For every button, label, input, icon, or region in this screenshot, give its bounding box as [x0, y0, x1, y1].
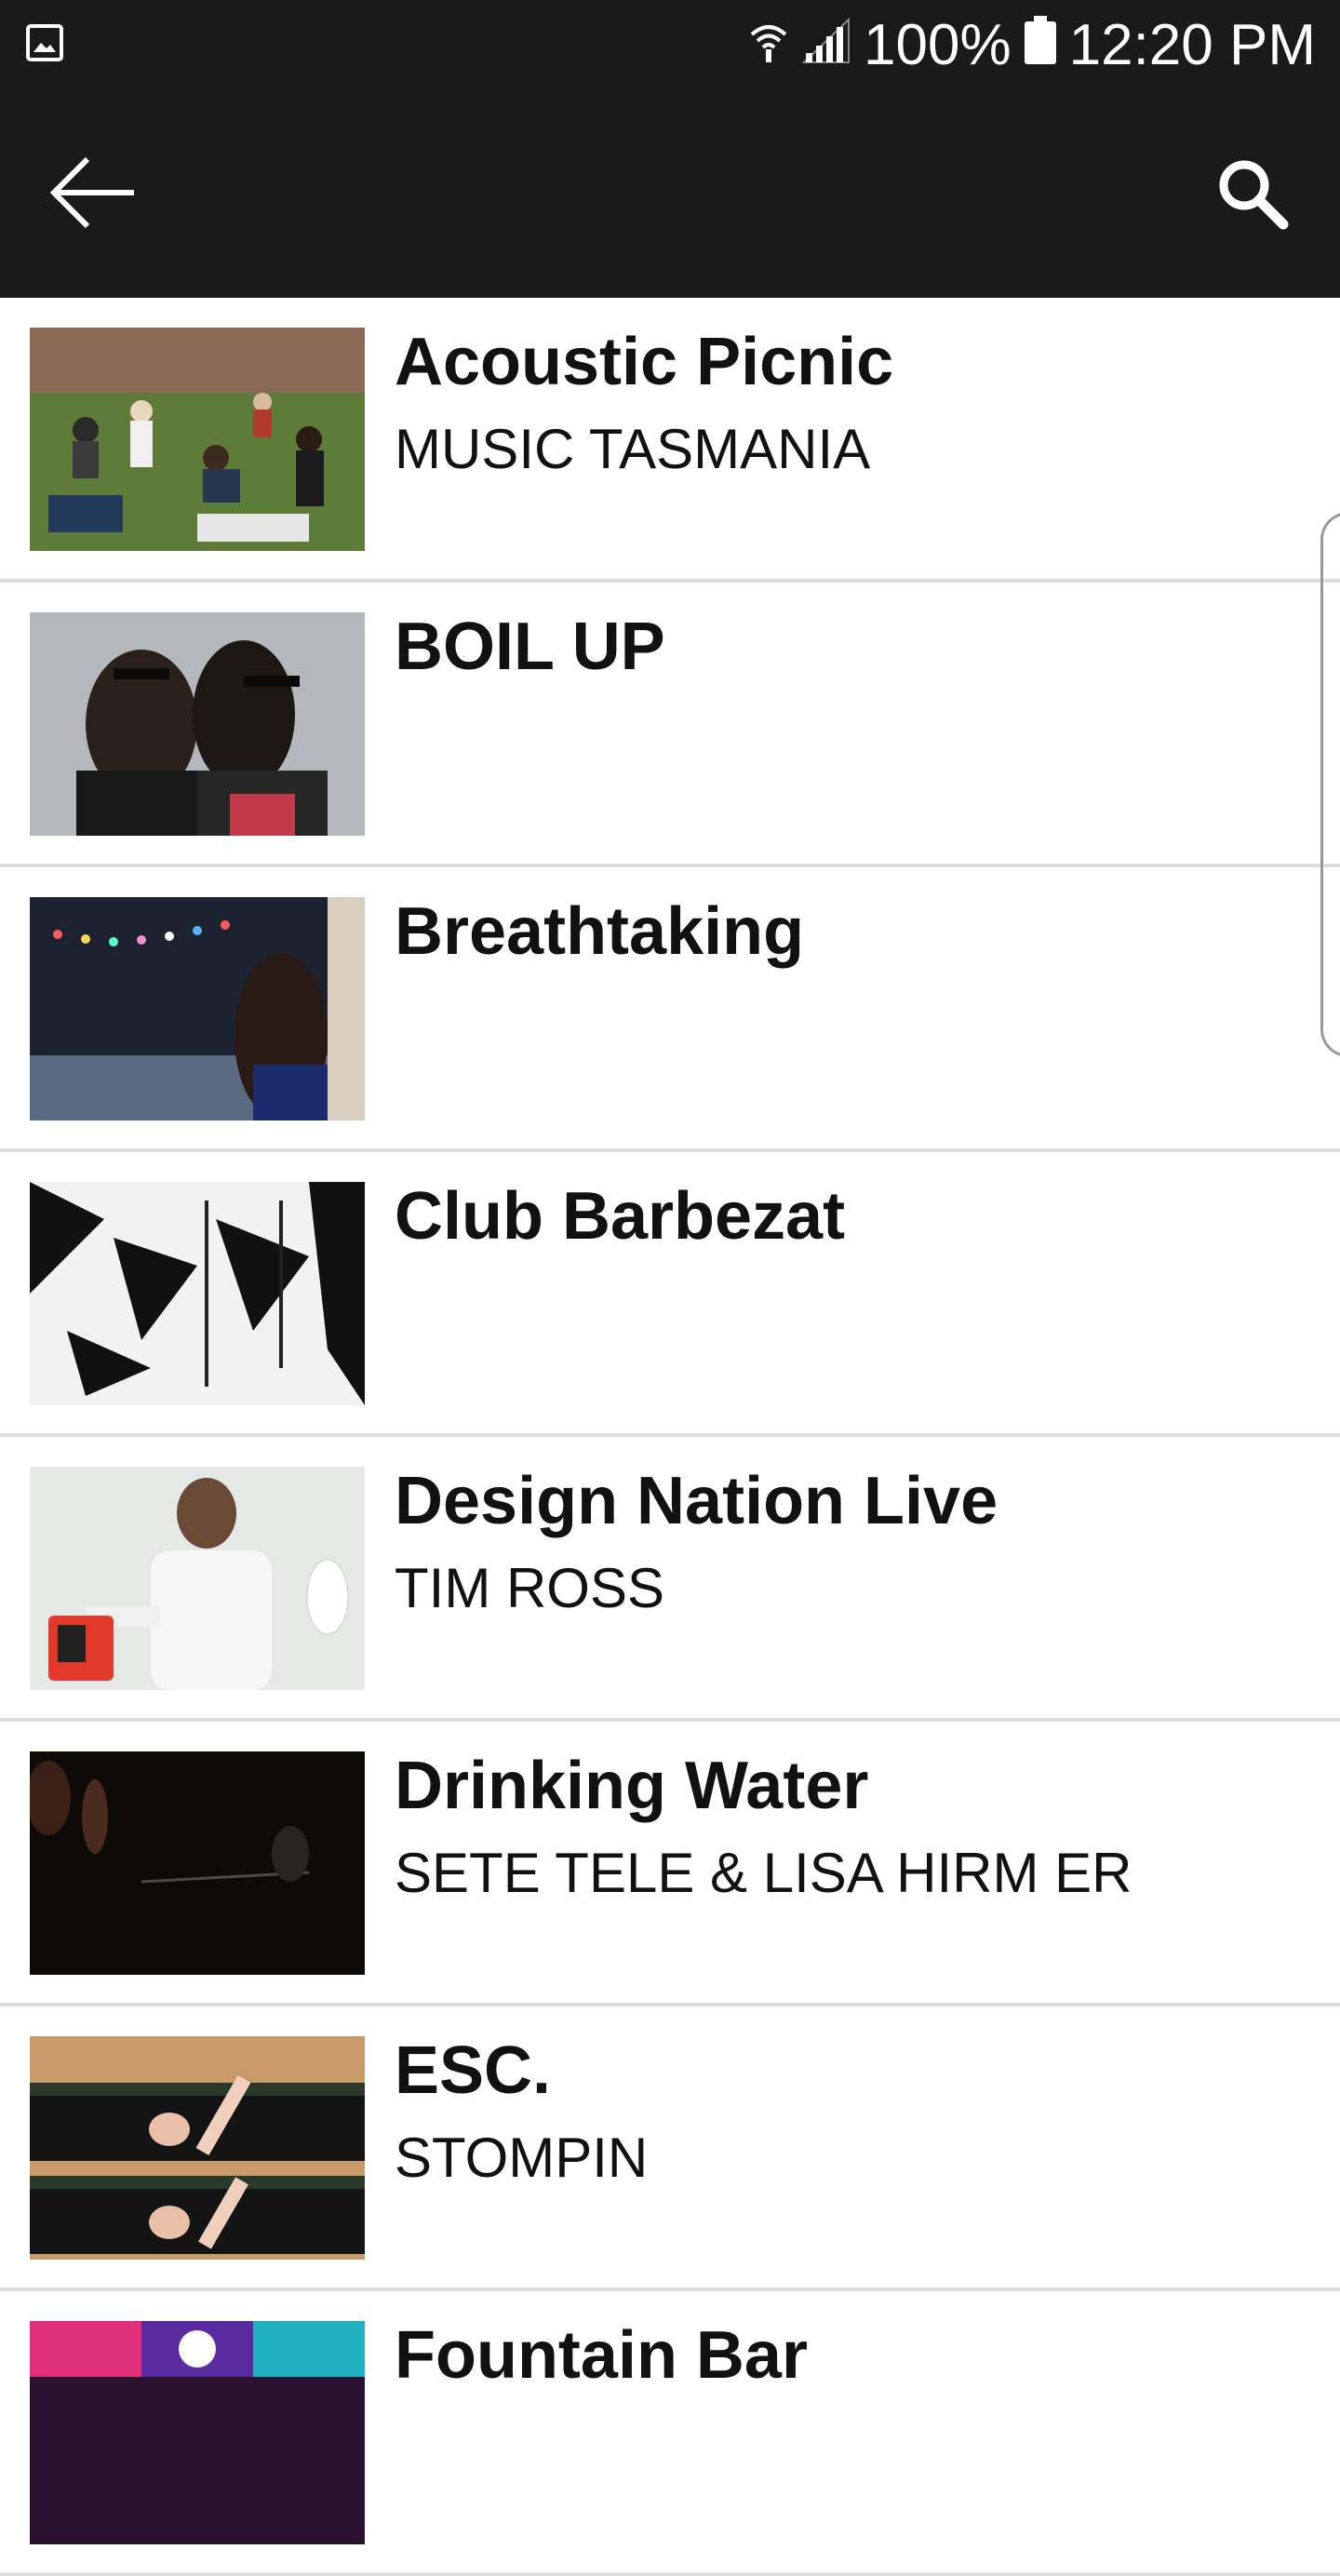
event-thumbnail [30, 2321, 365, 2544]
event-list-item[interactable]: Fountain Bar [0, 2291, 1340, 2576]
event-subtitle: MUSIC TASMANIA [395, 418, 871, 480]
status-bar: 100% 12:20 PM [0, 0, 1340, 89]
event-thumbnail [30, 2036, 365, 2260]
gallery-notification-icon [26, 24, 63, 61]
battery-icon [1024, 12, 1056, 78]
event-title: Acoustic Picnic [395, 325, 894, 399]
app-bar [0, 89, 1340, 298]
wifi-icon [748, 12, 789, 78]
event-list-item[interactable]: Breathtaking [0, 867, 1340, 1152]
event-title: BOIL UP [395, 610, 665, 684]
status-indicators: 100% 12:20 PM [748, 0, 1316, 89]
event-subtitle: STOMPIN [395, 2127, 649, 2189]
battery-percent: 100% [864, 12, 1012, 77]
event-title: Design Nation Live [395, 1464, 998, 1538]
search-icon [1219, 160, 1289, 230]
arrow-left-icon [49, 156, 134, 229]
event-title: Drinking Water [395, 1749, 869, 1823]
event-thumbnail [30, 1182, 365, 1405]
event-list-item[interactable]: Drinking Water SETE TELE & LISA HIRM ER [0, 1722, 1340, 2006]
event-title: ESC. [395, 2033, 552, 2108]
event-subtitle: TIM ROSS [395, 1557, 665, 1619]
search-button[interactable] [1200, 141, 1303, 244]
event-title: Breathtaking [395, 894, 805, 969]
event-subtitle: SETE TELE & LISA HIRM ER [395, 1842, 1132, 1904]
event-list: Acoustic Picnic MUSIC TASMANIA BOIL UP B… [0, 298, 1340, 2576]
event-list-item[interactable]: BOIL UP [0, 583, 1340, 867]
event-thumbnail [30, 612, 365, 836]
event-list-item[interactable]: Acoustic Picnic MUSIC TASMANIA [0, 298, 1340, 583]
edge-panel-handle[interactable] [1320, 512, 1340, 1057]
event-list-item[interactable]: ESC. STOMPIN [0, 2006, 1340, 2291]
event-thumbnail [30, 1751, 365, 1975]
event-list-item[interactable]: Design Nation Live TIM ROSS [0, 1437, 1340, 1722]
event-list-item[interactable]: Club Barbezat [0, 1152, 1340, 1437]
signal-icon [801, 12, 851, 78]
event-thumbnail [30, 897, 365, 1120]
event-thumbnail [30, 1467, 365, 1690]
clock: 12:20 PM [1068, 12, 1316, 77]
back-button[interactable] [37, 141, 149, 244]
event-thumbnail [30, 328, 365, 551]
event-title: Club Barbezat [395, 1179, 846, 1254]
